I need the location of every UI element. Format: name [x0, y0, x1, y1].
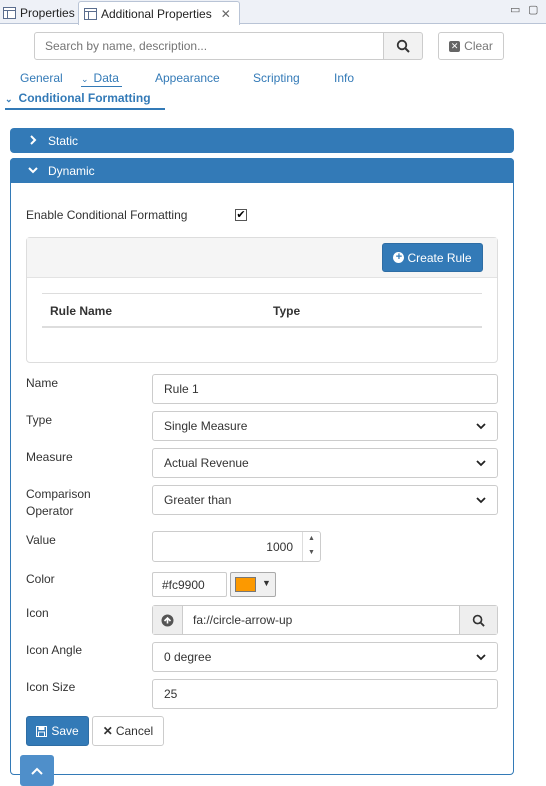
rules-table-top-border: [42, 293, 482, 294]
save-icon: [36, 725, 48, 737]
type-label: Type: [26, 413, 53, 427]
static-panel-title: Static: [48, 133, 79, 148]
chevron-right-icon: [28, 134, 42, 148]
chevron-down-icon: ⌄: [81, 74, 89, 84]
clear-icon: ✕: [449, 40, 461, 52]
chevron-down-icon: [28, 164, 42, 178]
save-button-label: Save: [51, 724, 79, 738]
type-select-value: Single Measure: [164, 419, 248, 433]
color-picker-button[interactable]: ▼: [230, 572, 276, 597]
nav-scripting[interactable]: Scripting: [253, 71, 300, 85]
name-label: Name: [26, 376, 59, 390]
static-panel-header[interactable]: Static: [10, 128, 514, 153]
chevron-down-icon: [476, 654, 486, 661]
column-header-type[interactable]: Type: [273, 304, 300, 318]
comparison-operator-value: Greater than: [164, 493, 232, 507]
search-icon: [472, 614, 485, 627]
icon-angle-value: 0 degree: [164, 650, 212, 664]
chevron-down-icon: [476, 497, 486, 504]
cancel-button-label: Cancel: [115, 724, 154, 738]
name-input[interactable]: Rule 1: [152, 374, 498, 404]
chevron-down-icon: ⌄: [5, 94, 13, 104]
column-header-rule-name[interactable]: Rule Name: [50, 304, 112, 318]
nav-general[interactable]: General: [20, 71, 63, 85]
close-icon: ✕: [102, 724, 113, 738]
value-label: Value: [26, 533, 56, 547]
icon-size-value: 25: [164, 687, 178, 701]
value-stepper-value: 1000: [266, 540, 293, 554]
scroll-to-top-button[interactable]: [20, 755, 54, 786]
spinner-down-icon[interactable]: ▼: [308, 549, 315, 556]
view-tab-bar: Properties Additional Properties ✕ ▭ ▢: [0, 0, 546, 25]
additional-properties-tab-icon: [84, 7, 97, 20]
cancel-button[interactable]: ✕ Cancel: [92, 716, 164, 746]
enable-conditional-formatting-label: Enable Conditional Formatting: [26, 208, 188, 222]
name-input-value: Rule 1: [164, 382, 199, 396]
create-rule-label: Create Rule: [407, 250, 472, 265]
dynamic-panel-header[interactable]: Dynamic: [10, 158, 514, 183]
circle-arrow-up-icon: [153, 606, 183, 634]
chevron-down-icon: [476, 460, 486, 467]
color-hex-value: #fc9900: [162, 578, 205, 592]
spinner-up-icon[interactable]: ▲: [308, 535, 315, 542]
nav-appearance[interactable]: Appearance: [155, 71, 220, 85]
icon-search-button[interactable]: [459, 606, 497, 634]
search-button[interactable]: [383, 32, 423, 60]
search-icon: [396, 39, 410, 53]
icon-field[interactable]: fa://circle-arrow-up: [152, 605, 498, 635]
value-stepper[interactable]: 1000 ▲ ▼: [152, 531, 321, 562]
value-spinner: ▲ ▼: [302, 532, 320, 561]
tab-additional-properties[interactable]: Additional Properties ✕: [78, 1, 240, 25]
type-select[interactable]: Single Measure: [152, 411, 498, 441]
icon-angle-select[interactable]: 0 degree: [152, 642, 498, 672]
properties-tab-icon: [3, 6, 16, 19]
measure-select[interactable]: Actual Revenue: [152, 448, 498, 478]
icon-angle-label: Icon Angle: [26, 643, 83, 657]
measure-select-value: Actual Revenue: [164, 456, 249, 470]
dynamic-panel-title: Dynamic: [48, 163, 95, 178]
nav-info[interactable]: Info: [334, 71, 354, 85]
comparison-operator-select[interactable]: Greater than: [152, 485, 498, 515]
icon-size-input[interactable]: 25: [152, 679, 498, 709]
tab-properties-label: Properties: [20, 5, 75, 20]
maximize-view-icon[interactable]: ▢: [528, 3, 538, 16]
color-hex-input[interactable]: #fc9900: [152, 572, 227, 597]
create-rule-button[interactable]: + Create Rule: [382, 243, 483, 272]
chevron-down-icon: [476, 423, 486, 430]
nav-data[interactable]: ⌄ Data: [81, 71, 122, 87]
chevron-up-icon: [31, 767, 43, 775]
save-button[interactable]: Save: [26, 716, 89, 746]
clear-button-label: Clear: [464, 39, 493, 53]
icon-label: Icon: [26, 606, 49, 620]
enable-conditional-formatting-checkbox[interactable]: ✔: [235, 209, 247, 221]
clear-button[interactable]: ✕ Clear: [438, 32, 504, 60]
comparison-operator-label-line1: Comparison: [26, 487, 91, 501]
plus-circle-icon: +: [393, 252, 405, 263]
tab-properties[interactable]: Properties: [0, 1, 77, 24]
measure-label: Measure: [26, 450, 73, 464]
icon-size-label: Icon Size: [26, 680, 76, 694]
section-title: Conditional Formatting: [18, 91, 151, 105]
comparison-operator-label-line2: Operator: [26, 504, 74, 518]
close-tab-icon[interactable]: ✕: [221, 7, 231, 21]
tab-additional-properties-label: Additional Properties: [101, 6, 212, 21]
search-input[interactable]: [34, 32, 384, 60]
section-conditional-formatting[interactable]: ⌄ Conditional Formatting: [5, 91, 165, 110]
minimize-view-icon[interactable]: ▭: [510, 3, 520, 16]
nav-data-label: Data: [93, 71, 119, 85]
color-swatch: [235, 577, 256, 592]
icon-value: fa://circle-arrow-up: [193, 613, 293, 627]
color-label: Color: [26, 572, 55, 586]
caret-down-icon: ▼: [262, 578, 271, 588]
rules-table-header-border: [42, 326, 482, 328]
